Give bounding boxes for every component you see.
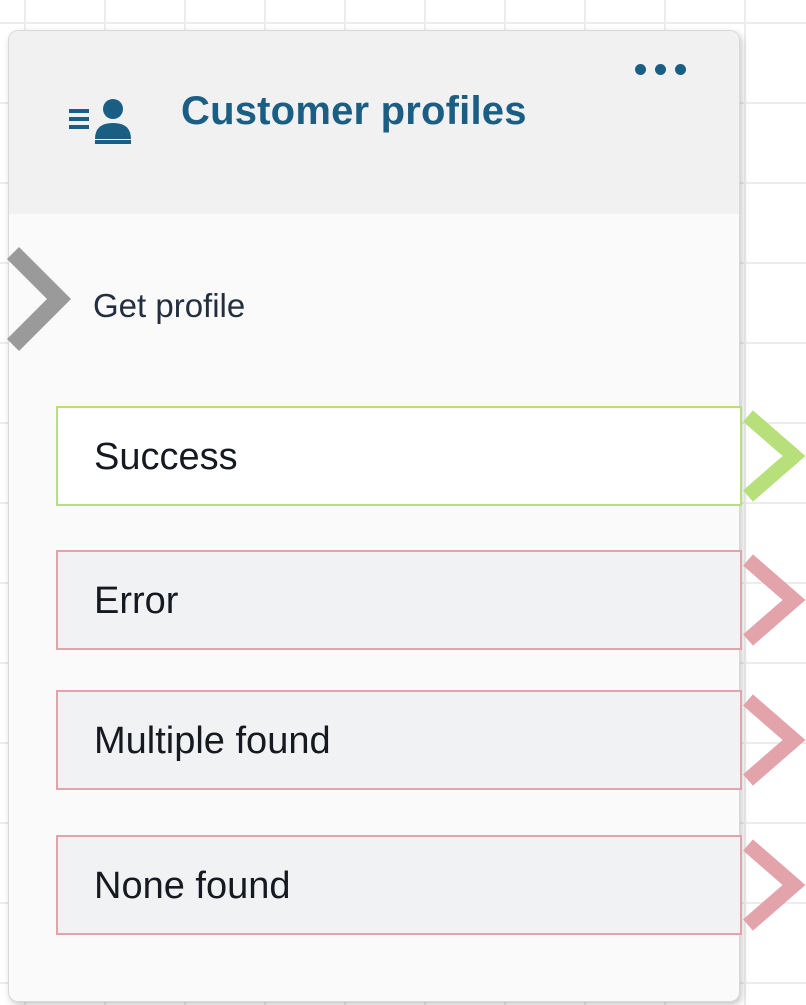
- branch-label: Error: [94, 580, 179, 622]
- branch-none-found[interactable]: None found: [56, 835, 742, 935]
- block-action: Get profile: [93, 287, 246, 324]
- block-title: Customer profiles: [181, 89, 527, 133]
- branch-label: None found: [94, 865, 291, 907]
- customer-profiles-icon: [69, 99, 131, 144]
- menu-dot: [675, 63, 686, 75]
- input-connector-icon[interactable]: [7, 239, 77, 359]
- branch-label: Multiple found: [94, 720, 331, 762]
- branch-label: Success: [94, 436, 238, 478]
- branch-multiple-found[interactable]: Multiple found: [56, 690, 742, 790]
- flow-canvas[interactable]: Customer profiles Get profile Success Er…: [0, 0, 806, 1005]
- menu-dot: [635, 63, 646, 75]
- none-found-connector-icon[interactable]: [742, 835, 806, 935]
- multiple-found-connector-icon[interactable]: [742, 690, 806, 790]
- success-connector-icon[interactable]: [742, 406, 806, 506]
- error-connector-icon[interactable]: [742, 550, 806, 650]
- more-options-icon[interactable]: [635, 57, 705, 81]
- menu-dot: [655, 63, 666, 75]
- branch-error[interactable]: Error: [56, 550, 742, 650]
- branch-success[interactable]: Success: [56, 406, 742, 506]
- customer-profiles-block[interactable]: Customer profiles Get profile Success Er…: [7, 30, 806, 1002]
